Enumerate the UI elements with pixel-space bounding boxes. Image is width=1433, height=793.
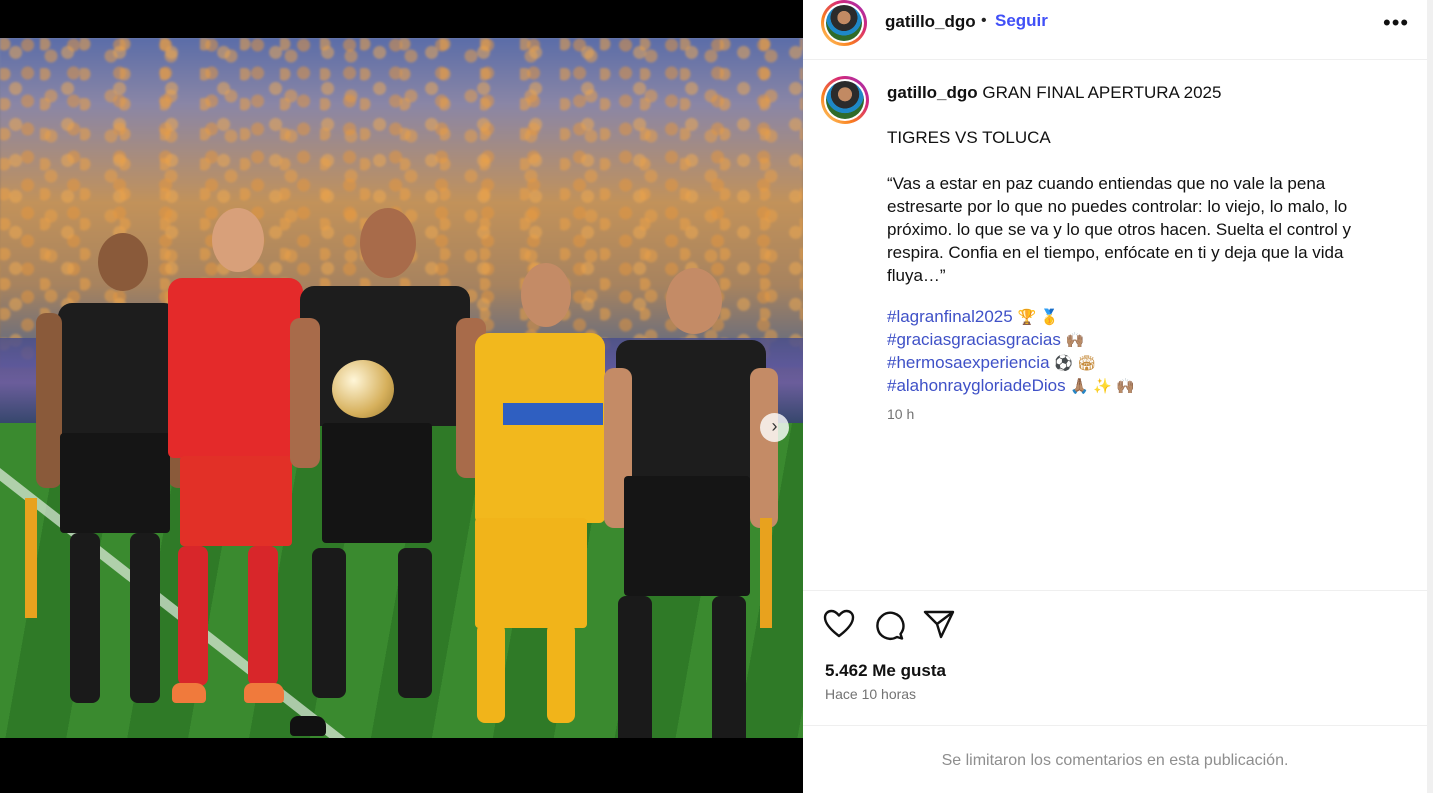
post-details-panel: gatillo_dgo • Seguir ••• gatillo_dgo GRA… <box>803 0 1427 793</box>
follow-button[interactable]: Seguir <box>995 11 1048 31</box>
hashtag-line: #hermosaexperiencia ⚽ 🏟 <box>887 351 1096 375</box>
scrollbar[interactable] <box>1427 0 1433 793</box>
header-username[interactable]: gatillo_dgo <box>885 12 976 32</box>
post-time[interactable]: Hace 10 horas <box>825 686 916 702</box>
caption-avatar[interactable] <box>821 76 869 124</box>
share-icon[interactable] <box>923 609 955 639</box>
match-ball <box>332 360 394 418</box>
central-referee <box>290 208 486 736</box>
post-viewer: › gatillo_dgo • Seguir ••• gatillo_dgo G… <box>0 0 1433 793</box>
post-header: gatillo_dgo • Seguir ••• <box>803 0 1427 60</box>
hashtag-line: #graciasgraciasgracias 🙌🏽 <box>887 328 1084 352</box>
hashtag-link[interactable]: #lagranfinal2025 <box>887 307 1013 326</box>
comment-icon[interactable] <box>873 609 905 641</box>
comments-limited-notice: Se limitaron los comentarios en esta pub… <box>803 725 1427 793</box>
assistant-flag-left <box>25 498 37 618</box>
post-actions: 5.462 Me gusta Hace 10 horas <box>803 590 1427 725</box>
chevron-right-icon[interactable]: › <box>760 413 789 442</box>
tigres-player <box>465 263 615 723</box>
more-options-icon[interactable]: ••• <box>1383 10 1409 36</box>
likes-count[interactable]: 5.462 Me gusta <box>825 661 946 681</box>
caption-title-line: gatillo_dgo GRAN FINAL APERTURA 2025 <box>887 81 1221 104</box>
caption-username[interactable]: gatillo_dgo <box>887 83 978 102</box>
separator-dot: • <box>981 12 987 29</box>
hashtag-emoji: 🏆 🥇 <box>1017 309 1059 326</box>
caption-title: GRAN FINAL APERTURA 2025 <box>982 83 1222 102</box>
caption-quote: “Vas a estar en paz cuando entiendas que… <box>887 174 1351 285</box>
hashtag-link[interactable]: #alahonraygloriadeDios <box>887 376 1066 395</box>
hashtag-emoji: ⚽ 🏟 <box>1054 355 1097 372</box>
hashtag-line: #lagranfinal2025 🏆 🥇 <box>887 305 1059 329</box>
assistant-referee-right <box>600 268 780 738</box>
hashtag-emoji: 🙌🏽 <box>1065 332 1085 349</box>
toluca-player <box>160 208 310 708</box>
avatar[interactable] <box>821 0 867 46</box>
hashtag-emoji: 🙏🏽 ✨ 🙌🏽 <box>1070 378 1135 395</box>
caption: gatillo_dgo GRAN FINAL APERTURA 2025 TIG… <box>803 60 1427 590</box>
post-photo[interactable]: › <box>0 38 803 738</box>
hashtag-line: #alahonraygloriadeDios 🙏🏽 ✨ 🙌🏽 <box>887 374 1135 398</box>
assistant-flag-right <box>760 518 772 628</box>
heart-icon[interactable] <box>823 609 855 639</box>
hashtag-link[interactable]: #graciasgraciasgracias <box>887 330 1061 349</box>
caption-timestamp[interactable]: 10 h <box>887 406 914 422</box>
caption-matchup: TIGRES VS TOLUCA <box>887 128 1051 147</box>
hashtag-link[interactable]: #hermosaexperiencia <box>887 353 1050 372</box>
